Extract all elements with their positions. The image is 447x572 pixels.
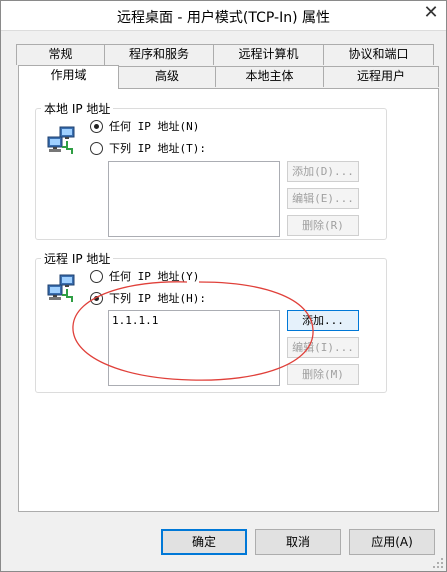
tab-programs-services[interactable]: 程序和服务 — [104, 44, 214, 65]
tab-scope[interactable]: 作用域 — [18, 65, 119, 89]
local-any-ip-radio[interactable] — [90, 119, 103, 133]
resize-grip-icon[interactable] — [432, 557, 444, 569]
network-computers-icon — [47, 126, 75, 154]
window-title: 远程桌面 - 用户模式(TCP-In) 属性 — [116, 10, 331, 26]
remote-remove-button[interactable]: 删除(M) — [287, 364, 359, 385]
remote-add-button[interactable]: 添加... — [287, 310, 359, 331]
remote-any-ip-radio[interactable] — [90, 269, 103, 283]
tab-advanced[interactable]: 高级 — [118, 66, 216, 87]
remote-ip-listbox[interactable]: 1.1.1.1 — [108, 310, 280, 386]
list-item[interactable]: 1.1.1.1 — [112, 314, 276, 327]
local-remove-button[interactable]: 删除(R) — [287, 215, 359, 236]
remote-edit-button[interactable]: 编辑(I)... — [287, 337, 359, 358]
local-ip-title: 本地 IP 地址 — [41, 100, 114, 117]
cancel-button[interactable]: 取消 — [255, 529, 341, 555]
ok-button[interactable]: 确定 — [161, 529, 247, 555]
local-any-ip-option[interactable]: 任何 IP 地址(N) — [90, 118, 199, 134]
network-computers-icon — [47, 274, 75, 302]
apply-button[interactable]: 应用(A) — [349, 529, 435, 555]
scope-tab-panel: 本地 IP 地址 任何 IP 地址(N) 下列 IP 地址(T): 添加(D).… — [18, 88, 439, 512]
tab-remote-users[interactable]: 远程用户 — [323, 66, 439, 87]
tab-local-principals[interactable]: 本地主体 — [215, 66, 324, 87]
local-list-ip-label: 下列 IP 地址(T): — [109, 142, 206, 155]
properties-dialog: 远程桌面 - 用户模式(TCP-In) 属性 ✕ 常规 程序和服务 远程计算机 … — [0, 0, 447, 572]
remote-any-ip-label: 任何 IP 地址(Y) — [109, 270, 200, 283]
remote-any-ip-option[interactable]: 任何 IP 地址(Y) — [90, 268, 199, 284]
remote-list-ip-option[interactable]: 下列 IP 地址(H): — [90, 290, 206, 306]
remote-ip-group: 远程 IP 地址 任何 IP 地址(Y) 下列 IP 地址(H): 1.1.1.… — [35, 250, 387, 393]
local-list-ip-option[interactable]: 下列 IP 地址(T): — [90, 140, 206, 156]
local-ip-group: 本地 IP 地址 任何 IP 地址(N) 下列 IP 地址(T): 添加(D).… — [35, 100, 387, 240]
tab-general[interactable]: 常规 — [16, 44, 105, 65]
local-ip-listbox[interactable] — [108, 161, 280, 237]
tab-protocols-ports[interactable]: 协议和端口 — [323, 44, 434, 65]
local-any-ip-label: 任何 IP 地址(N) — [109, 120, 200, 133]
local-add-button[interactable]: 添加(D)... — [287, 161, 359, 182]
remote-list-ip-radio[interactable] — [90, 291, 103, 305]
title-bar: 远程桌面 - 用户模式(TCP-In) 属性 ✕ — [1, 1, 446, 31]
local-list-ip-radio[interactable] — [90, 141, 103, 155]
local-edit-button[interactable]: 编辑(E)... — [287, 188, 359, 209]
remote-list-ip-label: 下列 IP 地址(H): — [109, 292, 206, 305]
close-button[interactable]: ✕ — [417, 2, 445, 24]
remote-ip-title: 远程 IP 地址 — [41, 250, 114, 267]
tab-remote-computers[interactable]: 远程计算机 — [213, 44, 324, 65]
